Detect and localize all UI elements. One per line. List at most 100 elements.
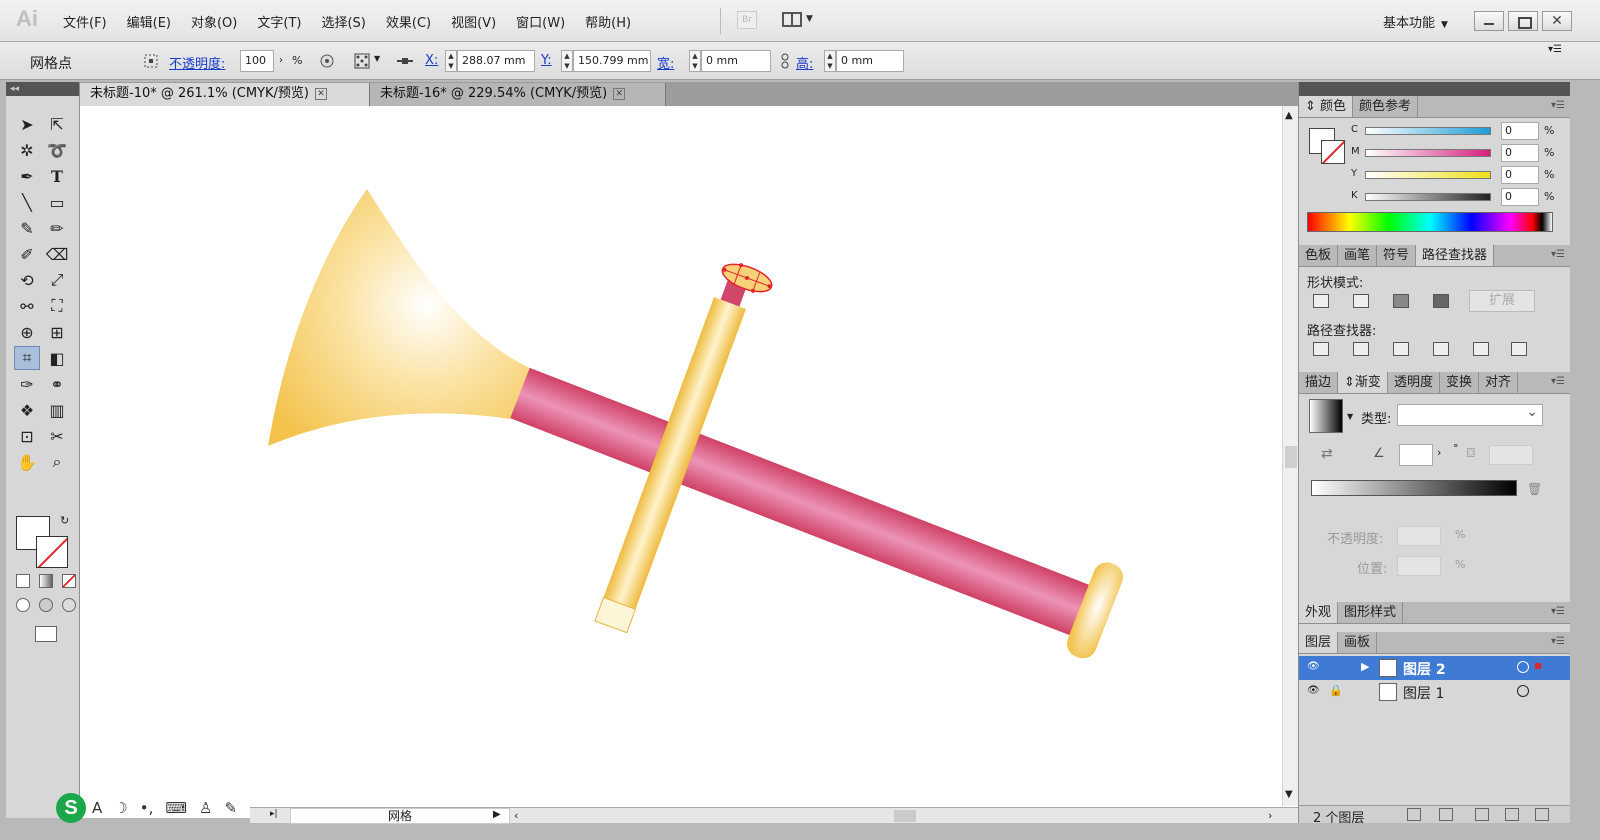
delete-layer-icon[interactable] <box>1535 808 1549 821</box>
new-layer-icon[interactable] <box>1505 808 1519 821</box>
eraser-tool-icon[interactable]: ⌫ <box>44 242 70 266</box>
delete-stop-icon[interactable]: 🗑 <box>1527 482 1542 496</box>
minimize-button[interactable] <box>1474 11 1504 31</box>
magic-wand-tool-icon[interactable]: ✲ <box>14 138 40 162</box>
lock-icon[interactable]: 🔒 <box>1329 684 1343 697</box>
chevron-down-icon[interactable]: ▼ <box>1347 412 1353 421</box>
x-label[interactable]: X: <box>425 53 438 68</box>
arrange-documents-button[interactable]: ▼ <box>780 10 818 30</box>
yellow-slider[interactable] <box>1365 171 1491 179</box>
crop-icon[interactable] <box>1433 342 1449 356</box>
tab-artboards[interactable]: 画板 <box>1338 632 1378 653</box>
tab-appearance[interactable]: 外观 <box>1299 602 1339 623</box>
selection-tool-icon[interactable]: ➤ <box>14 112 40 136</box>
zoom-tool-icon[interactable]: ⌕ <box>44 450 70 474</box>
visibility-eye-icon[interactable]: 👁 <box>1307 661 1320 672</box>
mesh-point-icon[interactable] <box>142 52 160 70</box>
panel-menu-icon[interactable]: ▾☰ <box>1551 606 1565 617</box>
opacity-input[interactable]: 100 <box>240 50 274 72</box>
tab-document-10[interactable]: 未标题-10* @ 261.1% (CMYK/预览) ✕ <box>80 83 370 106</box>
scroll-left-icon[interactable]: ‹ <box>514 809 518 822</box>
menu-object[interactable]: 对象(O) <box>191 12 237 31</box>
stop-position-input[interactable] <box>1397 556 1441 576</box>
tab-symbols[interactable]: 符号 <box>1377 245 1417 266</box>
height-input[interactable]: 0 mm <box>836 50 904 72</box>
recolor-icon[interactable] <box>318 52 336 70</box>
magenta-input[interactable]: 0 <box>1501 144 1539 162</box>
color-mode-icon[interactable] <box>16 574 30 588</box>
divide-icon[interactable] <box>1313 342 1329 356</box>
layer-row[interactable]: 👁 🔒 图层 1 <box>1299 680 1571 704</box>
constrain-link-icon[interactable] <box>776 52 794 70</box>
tab-layers[interactable]: 图层 <box>1299 632 1339 653</box>
tab-transform[interactable]: 变换 <box>1440 372 1479 393</box>
color-spectrum[interactable] <box>1307 212 1553 232</box>
chevron-down-icon[interactable]: ▼ <box>374 54 380 63</box>
paintbrush-tool-icon[interactable]: ✎ <box>14 216 40 240</box>
workspace-switcher[interactable]: 基本功能 ▼ <box>1383 12 1448 31</box>
ime-user-icon[interactable]: ♙ <box>199 799 212 817</box>
blend-tool-icon[interactable]: ⚭ <box>44 372 70 396</box>
outline-icon[interactable] <box>1473 342 1489 356</box>
ime-logo[interactable]: S <box>56 793 86 823</box>
reverse-gradient-icon[interactable]: ⇄ <box>1321 446 1333 462</box>
panel-menu-icon[interactable]: ▾☰ <box>1551 100 1565 111</box>
new-sublayer-icon[interactable] <box>1475 808 1489 821</box>
opacity-label[interactable]: 不透明度: <box>169 53 225 72</box>
symbol-sprayer-tool-icon[interactable]: ❖ <box>14 398 40 422</box>
scroll-thumb[interactable] <box>1285 446 1297 468</box>
tab-stroke[interactable]: 描边 <box>1299 372 1339 393</box>
width-input[interactable]: 0 mm <box>701 50 771 72</box>
cyan-slider[interactable] <box>1365 127 1491 135</box>
make-clipping-mask-icon[interactable] <box>1439 808 1453 821</box>
status-field[interactable]: 网格 <box>290 808 510 824</box>
eyedropper-tool-icon[interactable]: ✑ <box>14 372 40 396</box>
artboard-tool-icon[interactable]: ⊡ <box>14 424 40 448</box>
tab-brushes[interactable]: 画笔 <box>1338 245 1378 266</box>
rotate-tool-icon[interactable]: ⟲ <box>14 268 40 292</box>
angle-dropdown[interactable]: › <box>1437 446 1441 459</box>
stroke-swatch[interactable] <box>36 536 68 568</box>
menu-select[interactable]: 选择(S) <box>321 12 365 31</box>
width-stepper[interactable]: ▲ ▼ <box>689 50 701 72</box>
swap-fill-stroke-icon[interactable]: ↻ <box>60 514 69 527</box>
gradient-mode-icon[interactable] <box>39 574 53 588</box>
column-graph-tool-icon[interactable]: ▥ <box>44 398 70 422</box>
menu-effect[interactable]: 效果(C) <box>386 12 431 31</box>
panel-menu-icon[interactable]: ▾☰ <box>1548 44 1562 55</box>
close-button[interactable]: ✕ <box>1542 11 1572 31</box>
hand-tool-icon[interactable]: ✋ <box>14 450 40 474</box>
y-stepper[interactable]: ▲ ▼ <box>561 50 573 72</box>
status-menu-icon[interactable]: ▶ <box>493 809 501 820</box>
menu-view[interactable]: 视图(V) <box>451 12 496 31</box>
gradient-preview[interactable] <box>1309 399 1343 433</box>
trim-icon[interactable] <box>1353 342 1369 356</box>
draw-inside-icon[interactable] <box>62 598 76 612</box>
scroll-down-icon[interactable]: ▼ <box>1285 789 1293 800</box>
layer-row[interactable]: 👁 ▶ 图层 2 <box>1299 656 1571 680</box>
aspect-ratio-input[interactable] <box>1489 445 1533 465</box>
target-circle-icon[interactable] <box>1517 685 1529 697</box>
menu-help[interactable]: 帮助(H) <box>585 12 631 31</box>
width-label[interactable]: 宽: <box>657 53 674 72</box>
exclude-icon[interactable] <box>1433 294 1449 308</box>
transform-reference-icon[interactable] <box>353 52 371 70</box>
lasso-tool-icon[interactable]: ➰ <box>44 138 70 162</box>
menu-type[interactable]: 文字(T) <box>257 12 301 31</box>
gradient-angle-input[interactable] <box>1399 444 1433 466</box>
black-slider[interactable] <box>1365 193 1491 201</box>
slice-tool-icon[interactable]: ✂ <box>44 424 70 448</box>
ime-moon-icon[interactable]: ☽ <box>114 799 127 817</box>
stop-opacity-input[interactable] <box>1397 526 1441 546</box>
pencil-tool-icon[interactable]: ✏ <box>44 216 70 240</box>
tab-graphic-styles[interactable]: 图形样式 <box>1338 602 1404 623</box>
x-input[interactable]: 288.07 mm <box>457 50 535 72</box>
tab-align[interactable]: 对齐 <box>1479 372 1518 393</box>
blob-brush-tool-icon[interactable]: ✐ <box>14 242 40 266</box>
horizontal-scroll-thumb[interactable] <box>894 810 916 822</box>
pen-tool-icon[interactable]: ✒ <box>14 164 40 188</box>
perspective-grid-tool-icon[interactable]: ⊞ <box>44 320 70 344</box>
cyan-input[interactable]: 0 <box>1501 122 1539 140</box>
draw-behind-icon[interactable] <box>39 598 53 612</box>
draw-normal-icon[interactable] <box>16 598 30 612</box>
